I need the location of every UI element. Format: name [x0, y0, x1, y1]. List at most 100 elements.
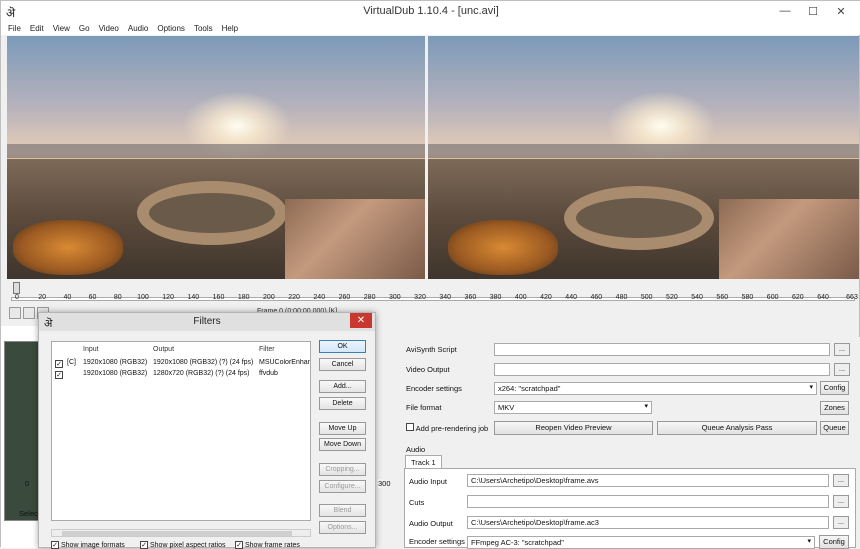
video-panes: [7, 36, 859, 280]
encoder-label: Encoder settings: [406, 384, 462, 393]
timeline[interactable]: 0 20 40 60 80 100 120 140 160 180 200 220 240 260 280 3…: [7, 280, 859, 307]
audio-encoder-value: FFmpeg AC-3: "scratchpad": [471, 538, 564, 547]
close-icon[interactable]: ✕: [350, 313, 372, 328]
cancel-button[interactable]: Cancel: [319, 358, 366, 371]
menu-view[interactable]: View: [53, 24, 70, 33]
column-output: Output: [153, 346, 175, 353]
audio-input-field[interactable]: C:\Users\Archetipo\Desktop\frame.avs: [467, 474, 829, 487]
dialog-title-bar: ऄ Filters ✕: [39, 313, 375, 331]
reopen-preview-button[interactable]: Reopen Video Preview: [494, 421, 653, 435]
check-icon: ✓: [51, 541, 59, 549]
add-filter-button[interactable]: Add...: [319, 380, 366, 393]
audio-group-label: Audio: [406, 445, 426, 454]
timeline-tick-label: 400: [514, 294, 527, 301]
video-output-browse-button[interactable]: ...: [834, 363, 850, 376]
stop-icon[interactable]: [9, 307, 21, 319]
options-button[interactable]: Options...: [319, 521, 366, 534]
show-frame-rates-checkbox[interactable]: ✓ Show frame rates: [235, 541, 300, 549]
menu-video[interactable]: Video: [99, 24, 119, 33]
filter-list-scrollbar[interactable]: [51, 529, 311, 537]
audio-encoder-select[interactable]: FFmpeg AC-3: "scratchpad" ▾: [467, 536, 815, 549]
configure-button[interactable]: Configure...: [319, 480, 366, 493]
maximize-icon[interactable]: ☐: [799, 5, 827, 18]
output-video-pane: [428, 36, 859, 279]
timeline-tick-label: 120: [162, 294, 174, 301]
virtualdub-window: ऄ VirtualDub 1.10.4 - [unc.avi] — ☐ ✕ Fi…: [0, 0, 860, 549]
input-video-pane: [7, 36, 425, 279]
minimize-icon[interactable]: —: [771, 5, 799, 17]
show-pixel-aspect-checkbox[interactable]: ✓ Show pixel aspect ratios: [140, 541, 225, 549]
avisynth-field[interactable]: [494, 343, 830, 356]
left-select-label: Select: [19, 509, 40, 518]
show-pixel-aspect-label: Show pixel aspect ratios: [150, 541, 226, 549]
row-tag: [C]: [67, 359, 76, 366]
audio-output-browse-button[interactable]: ...: [833, 516, 849, 529]
timeline-tick-label: 500: [640, 294, 653, 301]
timeline-tick-label: 200: [263, 294, 275, 301]
menu-file[interactable]: File: [8, 24, 21, 33]
timeline-tick-label: 460: [590, 294, 603, 301]
queue-analysis-button[interactable]: Queue Analysis Pass: [657, 421, 817, 435]
filter-row[interactable]: ✓ 1920x1080 (RGB32) 1280x720 (RGB32) (?)…: [52, 369, 310, 380]
timeline-tick-label: 600: [766, 294, 779, 301]
filter-row[interactable]: ✓ [C] 1920x1080 (RGB32) 1920x1080 (RGB32…: [52, 358, 310, 369]
check-icon: ✓: [55, 371, 63, 379]
prerender-label: Add pre-rendering job: [415, 424, 489, 433]
prerender-checkbox[interactable]: Add pre-rendering job: [406, 423, 488, 433]
check-icon: ✓: [140, 541, 148, 549]
video-output-field[interactable]: [494, 363, 830, 376]
format-select[interactable]: MKV ▾: [494, 401, 652, 414]
audio-input-browse-button[interactable]: ...: [833, 474, 849, 487]
column-filter: Filter: [259, 346, 275, 353]
title-bar: ऄ VirtualDub 1.10.4 - [unc.avi] — ☐ ✕: [1, 1, 860, 21]
close-icon[interactable]: ✕: [827, 5, 855, 18]
menu-go[interactable]: Go: [79, 24, 90, 33]
prerender-checkbox-box[interactable]: [406, 423, 414, 431]
blend-button[interactable]: Blend: [319, 504, 366, 517]
audio-output-field[interactable]: C:\Users\Archetipo\Desktop\frame.ac3: [467, 516, 829, 529]
arena: [137, 181, 287, 245]
tab-track-1[interactable]: Track 1: [405, 455, 442, 469]
menu-tools[interactable]: Tools: [194, 24, 213, 33]
timeline-tick-label: 300: [388, 294, 401, 301]
scrollbar-thumb[interactable]: [62, 531, 292, 536]
menu-options[interactable]: Options: [157, 24, 185, 33]
move-up-button[interactable]: Move Up: [319, 422, 366, 435]
column-input: Input: [83, 346, 99, 353]
timeline-ticks: 0 20 40 60 80 100 120 140 160 180 200 220 240 260 280 3…: [7, 294, 859, 303]
cuts-field[interactable]: [467, 495, 829, 508]
show-image-formats-checkbox[interactable]: ✓ Show image formats: [51, 541, 125, 549]
menu-audio[interactable]: Audio: [128, 24, 148, 33]
menu-help[interactable]: Help: [222, 24, 238, 33]
timeline-tick-label: 620: [792, 294, 804, 301]
row-output: 1280x720 (RGB32) (?) (24 fps): [153, 370, 250, 377]
timeline-tick-label: 360: [464, 294, 477, 301]
row-filter: ffvdub: [259, 370, 278, 377]
move-down-button[interactable]: Move Down: [319, 438, 366, 451]
ok-button[interactable]: OK: [319, 340, 366, 353]
delete-filter-button[interactable]: Delete: [319, 397, 366, 410]
menu-bar: File Edit View Go Video Audio Options To…: [1, 21, 860, 35]
avisynth-browse-button[interactable]: ...: [834, 343, 850, 356]
cuts-browse-button[interactable]: ...: [833, 495, 849, 508]
format-label: File format: [406, 403, 442, 412]
timeline-thumb[interactable]: [13, 282, 20, 294]
timeline-tick-label: 260: [338, 294, 351, 301]
menu-edit[interactable]: Edit: [30, 24, 44, 33]
row-output: 1920x1080 (RGB32) (?) (24 fps): [153, 359, 254, 366]
queue-button[interactable]: Queue: [820, 421, 849, 435]
row-input: 1920x1080 (RGB32): [83, 359, 148, 366]
timeline-tick-label: 180: [237, 294, 250, 301]
zones-button[interactable]: Zones: [820, 401, 849, 415]
show-image-formats-label: Show image formats: [61, 541, 125, 549]
encoder-select[interactable]: x264: "scratchpad" ▾: [494, 382, 817, 395]
cropping-button[interactable]: Cropping...: [319, 463, 366, 476]
encoder-config-button[interactable]: Config: [820, 381, 849, 395]
virtualdub-logo-icon[interactable]: ऄ: [6, 4, 15, 21]
play-input-icon[interactable]: [23, 307, 35, 319]
filter-list[interactable]: Input Output Filter ✓ [C] 1920x1080 (RGB…: [51, 341, 311, 521]
timeline-tick-label: 380: [489, 294, 502, 301]
cuts-label: Cuts: [409, 498, 425, 507]
row-filter: MSUColorEnhancement: [259, 359, 310, 366]
audio-input-label: Audio Input: [409, 477, 447, 486]
